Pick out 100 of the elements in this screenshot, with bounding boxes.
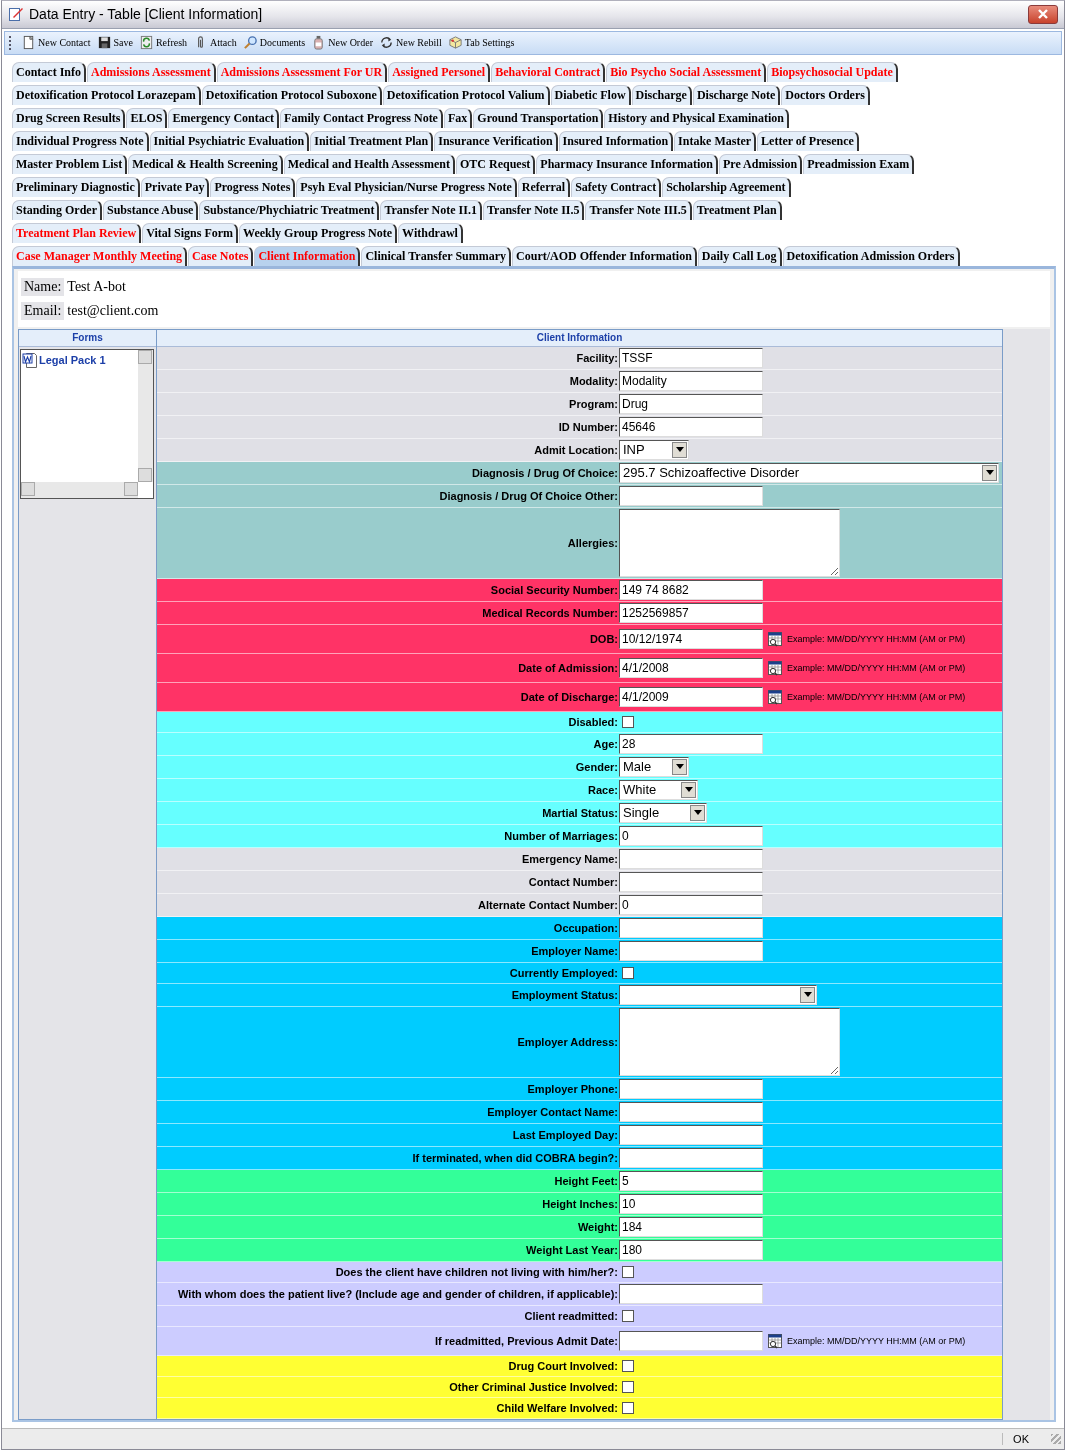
date-field[interactable]: 4/1/2009 [619,686,763,707]
resize-grip-icon[interactable] [1051,1433,1061,1444]
tab[interactable]: Preadmission Exam [803,153,915,174]
tab[interactable]: ELOS [126,107,168,128]
toolbar-button[interactable]: New Rebill [378,35,442,51]
tab[interactable]: Treatment Plan [692,199,782,220]
tab[interactable]: Individual Progress Note [12,130,149,151]
dropdown[interactable]: INP [619,439,689,460]
tab[interactable]: Contact Info [12,61,86,82]
calendar-icon[interactable] [767,1332,783,1349]
vertical-scrollbar[interactable] [138,349,153,482]
tab[interactable]: Discharge Note [692,84,781,105]
tab[interactable]: Medical and Health Assessment [283,153,455,174]
tab[interactable]: Weekly Group Progress Note [239,222,398,243]
tab[interactable]: OTC Request [456,153,536,174]
checkbox[interactable] [622,1265,634,1278]
tab[interactable]: Withdrawl [398,222,463,243]
calendar-icon[interactable] [767,630,783,647]
input-field[interactable]: 1252569857 [619,602,763,623]
tab[interactable]: Emergency Contact [168,107,280,128]
tab[interactable]: Private Pay [140,176,210,197]
input-field[interactable]: Drug [619,393,763,414]
tab[interactable]: Standing Order [12,199,102,220]
tab[interactable]: Pre Admission [719,153,803,174]
checkbox[interactable] [622,1380,634,1393]
tab[interactable]: History and Physical Examination [604,107,789,128]
dropdown[interactable]: 295.7 Schizoaffective Disorder [619,462,999,483]
dropdown[interactable]: Single [619,802,707,823]
tab[interactable]: Diabetic Flow [550,84,631,105]
dropdown[interactable]: Male [619,756,689,777]
tab[interactable]: Transfer Note III.5 [585,199,692,220]
input-field[interactable]: 180 [619,1239,763,1260]
input-field[interactable] [619,940,763,961]
calendar-icon[interactable] [767,688,783,705]
tab[interactable]: Drug Screen Results [12,107,126,128]
input-field[interactable] [619,871,763,892]
input-field[interactable] [619,917,763,938]
input-field[interactable] [619,848,763,869]
tab[interactable]: Detoxification Protocol Lorazepam [12,84,201,105]
input-field[interactable]: TSSF [619,347,763,368]
input-field[interactable]: 0 [619,894,763,915]
input-field[interactable]: 184 [619,1216,763,1237]
input-field[interactable] [619,1101,763,1122]
input-field[interactable] [619,1283,763,1304]
tab[interactable]: Referral [517,176,571,197]
input-field[interactable]: Modality [619,370,763,391]
toolbar-button[interactable]: Tab Settings [447,35,515,51]
toolbar-button[interactable]: Save [96,35,133,51]
input-field[interactable]: 28 [619,733,763,754]
horizontal-scrollbar[interactable] [21,481,138,498]
tab[interactable]: Detoxification Protocol Valium [382,84,550,105]
tab[interactable]: Initial Treatment Plan [310,130,434,151]
tab[interactable]: Court/AOD Offender Information [512,245,697,266]
tab[interactable]: Detoxification Protocol Suboxone [201,84,382,105]
tab[interactable]: Vital Signs Form [142,222,239,243]
close-button[interactable] [1028,4,1058,24]
tab[interactable]: Family Contact Progress Note [280,107,443,128]
input-field[interactable]: 45646 [619,416,763,437]
toolbar-button[interactable]: Documents [242,35,306,51]
tab[interactable]: Medical & Health Screening [128,153,283,174]
toolbar-button[interactable]: New Contact [21,35,91,51]
tab[interactable]: Ground Transportation [473,107,604,128]
date-field[interactable]: 10/12/1974 [619,628,763,649]
tab[interactable]: Intake Master [674,130,757,151]
tab[interactable]: Insurance Verification [434,130,558,151]
input-field[interactable] [619,485,763,506]
form-link[interactable]: Legal Pack 1 [39,353,106,366]
date-field[interactable]: 4/1/2008 [619,657,763,678]
checkbox[interactable] [622,1401,634,1414]
input-field[interactable]: 149 74 8682 [619,579,763,600]
input-field[interactable]: 5 [619,1170,763,1191]
toolbar-button[interactable]: Refresh [138,35,188,51]
tab[interactable]: Psyh Eval Physician/Nurse Progress Note [296,176,517,197]
tab[interactable]: Insured Information [558,130,674,151]
tab[interactable]: Detoxification Admission Orders [782,245,960,266]
forms-list[interactable]: Legal Pack 1 [20,348,154,499]
checkbox[interactable] [622,1359,634,1372]
tab[interactable]: Discharge [631,84,692,105]
checkbox[interactable] [622,966,634,979]
tab[interactable]: Safety Contract [571,176,662,197]
input-field[interactable] [619,1124,763,1145]
tab[interactable]: Substance/Phychiatric Treatment [199,199,380,220]
tab[interactable]: Transfer Note II.1 [380,199,482,220]
tab[interactable]: Letter of Presence [757,130,859,151]
date-field[interactable] [619,1330,763,1351]
calendar-icon[interactable] [767,659,783,676]
input-field[interactable] [619,1078,763,1099]
tab[interactable]: Preliminary Diagnostic [12,176,140,197]
tab[interactable]: Initial Psychiatric Evaluation [149,130,310,151]
input-field[interactable]: 10 [619,1193,763,1214]
tab[interactable]: Master Problem List [12,153,128,174]
tab[interactable]: Scholarship Agreement [662,176,791,197]
input-field[interactable] [619,1147,763,1168]
checkbox[interactable] [622,1309,634,1322]
checkbox[interactable] [622,715,634,728]
input-field[interactable]: 0 [619,825,763,846]
tab[interactable]: Doctors Orders [781,84,870,105]
dropdown[interactable]: White [619,779,698,800]
tab[interactable]: Substance Abuse [103,199,199,220]
tab[interactable]: Progress Notes [210,176,296,197]
